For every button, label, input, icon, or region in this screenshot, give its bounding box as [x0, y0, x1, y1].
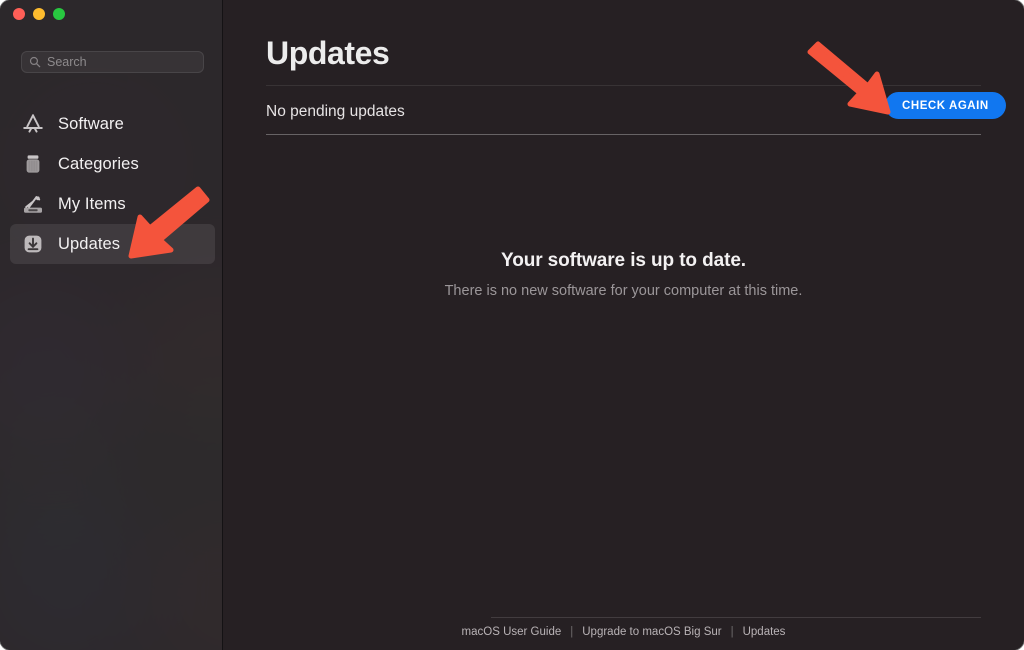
footer-links: macOS User Guide | Upgrade to macOS Big … [223, 626, 1024, 638]
footer-separator: | [570, 626, 574, 638]
empty-state-title: Your software is up to date. [501, 250, 746, 271]
sidebar-item-label: Categories [58, 154, 139, 173]
microscope-icon [24, 196, 42, 213]
sidebar-item-categories[interactable]: Categories [10, 144, 215, 184]
sidebar-item-software[interactable]: Software [10, 104, 215, 144]
minimize-button[interactable] [33, 8, 45, 20]
download-icon [24, 235, 42, 253]
page-title: Updates [266, 35, 390, 71]
main-content: Updates No pending updates CHECK AGAIN Y… [223, 0, 1024, 650]
header-divider [266, 134, 981, 135]
check-again-button[interactable]: CHECK AGAIN [885, 92, 1006, 119]
title-divider [266, 85, 981, 86]
footer-link-upgrade-macos[interactable]: Upgrade to macOS Big Sur [582, 626, 721, 638]
search-input[interactable] [47, 55, 196, 69]
sidebar-item-label: Updates [58, 234, 121, 253]
search-field[interactable] [21, 51, 204, 73]
pending-updates-status: No pending updates [266, 103, 405, 120]
app-store-window: Software Categories [0, 0, 1024, 650]
empty-state: Your software is up to date. There is no… [223, 250, 1024, 299]
search-icon [29, 56, 41, 68]
sidebar-item-label: Software [58, 114, 124, 133]
close-button[interactable] [13, 8, 25, 20]
sidebar-nav: Software Categories My Items Updates [10, 104, 215, 264]
app-store-icon [23, 114, 43, 133]
sidebar-item-my-items[interactable]: My Items [10, 184, 215, 224]
empty-state-subtitle: There is no new software for your comput… [444, 283, 803, 299]
window-controls [13, 8, 65, 20]
sidebar-item-updates[interactable]: Updates [10, 224, 215, 264]
zoom-button[interactable] [53, 8, 65, 20]
footer-link-updates[interactable]: Updates [743, 626, 786, 638]
footer-divider [491, 617, 981, 618]
footer-separator: | [730, 626, 734, 638]
footer-link-macos-user-guide[interactable]: macOS User Guide [462, 626, 562, 638]
sidebar: Software Categories [0, 0, 223, 650]
jar-icon [26, 155, 40, 173]
sidebar-item-label: My Items [58, 194, 126, 213]
